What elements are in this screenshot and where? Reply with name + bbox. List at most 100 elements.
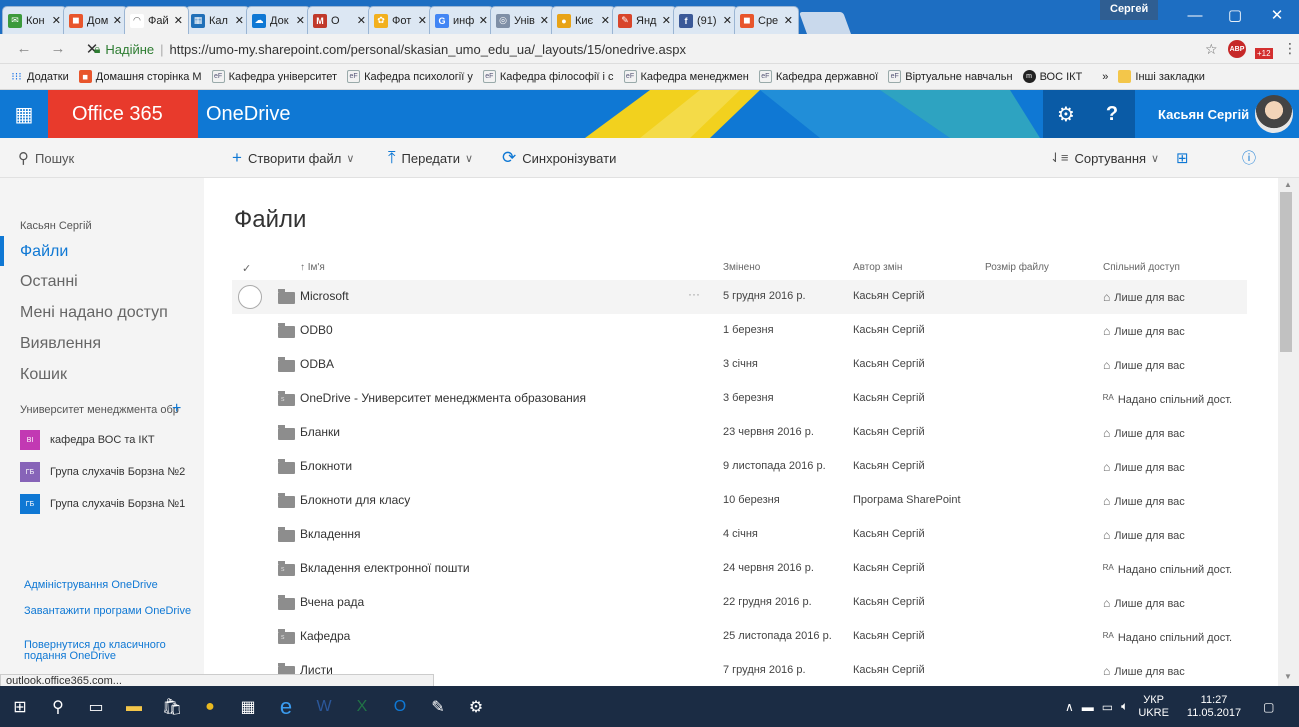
- row-select-checkbox[interactable]: [238, 285, 262, 309]
- avatar[interactable]: [1255, 95, 1293, 133]
- select-all-check-icon[interactable]: ✓: [242, 262, 251, 275]
- forward-icon[interactable]: →: [46, 40, 70, 57]
- network-icon[interactable]: ▬: [1082, 700, 1094, 714]
- adblock-icon[interactable]: ABP: [1228, 40, 1246, 58]
- paint-icon[interactable]: ✎: [420, 686, 456, 727]
- bookmarks-overflow[interactable]: »: [1102, 71, 1108, 83]
- outlook-icon[interactable]: O: [382, 686, 418, 727]
- table-row[interactable]: Бланки 23 червня 2016 р. Касьян Сергій ⌂ Лиш…: [232, 416, 1247, 450]
- scroll-up-icon[interactable]: ▲: [1284, 180, 1292, 189]
- file-name[interactable]: Вкладення електронної пошти: [300, 561, 470, 575]
- help-icon[interactable]: ?: [1089, 90, 1135, 138]
- browser-tab[interactable]: ◼ Дом ✕: [63, 6, 128, 34]
- nav-item-files[interactable]: Файли: [20, 243, 68, 261]
- add-group-icon[interactable]: +: [172, 400, 181, 418]
- settings-icon[interactable]: ⚙: [458, 686, 494, 727]
- table-row[interactable]: OneDrive - Университет менеджмента образ…: [232, 382, 1247, 416]
- tab-close-icon[interactable]: ✕: [723, 14, 732, 27]
- scrollbar-thumb[interactable]: [1280, 192, 1292, 352]
- file-name[interactable]: OneDrive - Университет менеджмента образ…: [300, 391, 586, 405]
- file-name[interactable]: Microsoft: [300, 289, 349, 303]
- file-explorer-icon[interactable]: ▬: [116, 686, 152, 727]
- bookmark-item[interactable]: m ВОС ІКТ: [1022, 70, 1082, 83]
- column-author[interactable]: Автор змін: [853, 262, 902, 273]
- table-row[interactable]: Блокноти 9 листопада 2016 р. Касьян Сергій…: [232, 450, 1247, 484]
- browser-tab[interactable]: ✎ Янд ✕: [612, 6, 677, 34]
- file-name[interactable]: ODBA: [300, 357, 334, 371]
- excel-icon[interactable]: X: [344, 686, 380, 727]
- bookmark-item[interactable]: eF Кафедра державної: [758, 70, 878, 83]
- browser-tab[interactable]: ◎ Унів ✕: [490, 6, 555, 34]
- task-view-icon[interactable]: ▭: [78, 686, 114, 727]
- calculator-icon[interactable]: ▦: [230, 686, 266, 727]
- browser-tab[interactable]: Gинф ✕: [429, 6, 494, 34]
- file-name[interactable]: Блокноти: [300, 459, 352, 473]
- suite-user-name[interactable]: Касьян Сергій: [1158, 90, 1249, 138]
- windows-start-icon[interactable]: ⊞: [2, 686, 38, 727]
- column-name[interactable]: ↑ Ім'я: [300, 262, 325, 273]
- minimize-icon[interactable]: —: [1175, 0, 1215, 30]
- new-file-button[interactable]: + Створити файл ∨: [232, 138, 354, 178]
- nav-item-recycle-bin[interactable]: Кошик: [20, 366, 67, 384]
- tab-close-icon[interactable]: ✕: [296, 14, 305, 27]
- tab-close-icon[interactable]: ✕: [418, 14, 427, 27]
- extension-badge[interactable]: +12: [1255, 48, 1273, 59]
- column-sharing[interactable]: Спільний доступ: [1103, 262, 1180, 273]
- edge-icon[interactable]: e: [268, 686, 304, 727]
- sort-button[interactable]: ⇃≡ Сортування ∨: [1050, 138, 1159, 178]
- bookmark-apps[interactable]: ⁝⁝⁝ Додатки: [10, 70, 69, 84]
- maximize-icon[interactable]: ▢: [1215, 0, 1255, 30]
- more-actions-icon[interactable]: ···: [688, 287, 700, 301]
- table-row[interactable]: Вчена рада 22 грудня 2016 р. Касьян Сергій…: [232, 586, 1247, 620]
- action-center-icon[interactable]: ▢: [1263, 700, 1274, 714]
- browser-tab[interactable]: ◼ Сре ✕: [734, 6, 799, 34]
- tab-close-icon[interactable]: ✕: [235, 14, 244, 27]
- file-name[interactable]: Вчена рада: [300, 595, 364, 609]
- tab-close-icon[interactable]: ✕: [540, 14, 549, 27]
- upload-button[interactable]: ⤒ Передати ∨: [388, 138, 473, 178]
- menu-kebab-icon[interactable]: ⋮: [1283, 40, 1297, 57]
- group-item[interactable]: ГБ Група слухачів Борзна №2: [20, 462, 200, 482]
- table-row[interactable]: ODB0 1 березня Касьян Сергій ⌂ Лише для вас: [232, 314, 1247, 348]
- browser-tab[interactable]: ☁ Док ✕: [246, 6, 311, 34]
- file-name[interactable]: Бланки: [300, 425, 340, 439]
- other-bookmarks[interactable]: Інші закладки: [1118, 70, 1205, 83]
- tray-chevron-up-icon[interactable]: ∧: [1065, 700, 1074, 714]
- tab-close-icon[interactable]: ✕: [113, 14, 122, 27]
- file-name[interactable]: Кафедра: [300, 629, 350, 643]
- clock[interactable]: 11:27 11.05.2017: [1187, 694, 1241, 720]
- office365-brand[interactable]: Office 365: [48, 90, 198, 138]
- column-modified[interactable]: Змінено: [723, 262, 760, 273]
- onedrive-app-title[interactable]: OneDrive: [206, 90, 290, 138]
- sync-button[interactable]: ⟳ Синхронізувати: [502, 138, 616, 178]
- nav-item-recent[interactable]: Останні: [20, 273, 78, 291]
- language-indicator[interactable]: УКР UKRE: [1138, 694, 1169, 720]
- admin-onedrive-link[interactable]: Адміністрування OneDrive: [24, 580, 194, 591]
- file-name[interactable]: Блокноти для класу: [300, 493, 410, 507]
- browser-tab[interactable]: ◠ Фай ✕: [124, 6, 189, 34]
- table-row[interactable]: Кафедра 25 листопада 2016 р. Касьян Сергій…: [232, 620, 1247, 654]
- tab-close-icon[interactable]: ✕: [174, 14, 183, 27]
- chrome-icon[interactable]: ●: [192, 686, 228, 727]
- back-icon[interactable]: ←: [12, 40, 36, 57]
- store-icon[interactable]: 🛍︎: [154, 686, 190, 727]
- table-row[interactable]: ODBA 3 січня Касьян Сергій ⌂ Лише для вас: [232, 348, 1247, 382]
- file-name[interactable]: ODB0: [300, 323, 333, 337]
- browser-tab[interactable]: ▦ Кал ✕: [185, 6, 250, 34]
- table-row[interactable]: ··· Microsoft 5 грудня 2016 р. Касьян Сергі…: [232, 280, 1247, 314]
- bookmark-item[interactable]: eF Кафедра філософії і с: [482, 70, 614, 83]
- info-icon[interactable]: ⓘ: [1242, 138, 1256, 178]
- browser-tab[interactable]: ✿ Фот ✕: [368, 6, 433, 34]
- message-icon[interactable]: ▭: [1102, 700, 1113, 714]
- browser-tab[interactable]: ● Киє ✕: [551, 6, 616, 34]
- browser-tab[interactable]: M О ✕: [307, 6, 372, 34]
- bookmark-item[interactable]: eF Кафедра університет: [211, 70, 337, 83]
- tab-close-icon[interactable]: ✕: [479, 14, 488, 27]
- nav-item-discover[interactable]: Виявлення: [20, 335, 101, 353]
- tab-close-icon[interactable]: ✕: [357, 14, 366, 27]
- table-row[interactable]: Вкладення 4 січня Касьян Сергій ⌂ Лише для в…: [232, 518, 1247, 552]
- table-row[interactable]: Блокноти для класу 10 березня Програма Sha…: [232, 484, 1247, 518]
- settings-gear-icon[interactable]: ⚙: [1043, 90, 1089, 138]
- bookmark-item[interactable]: eF Віртуальне навчальн: [888, 70, 1013, 83]
- table-row[interactable]: Вкладення електронної пошти 24 червня 201…: [232, 552, 1247, 586]
